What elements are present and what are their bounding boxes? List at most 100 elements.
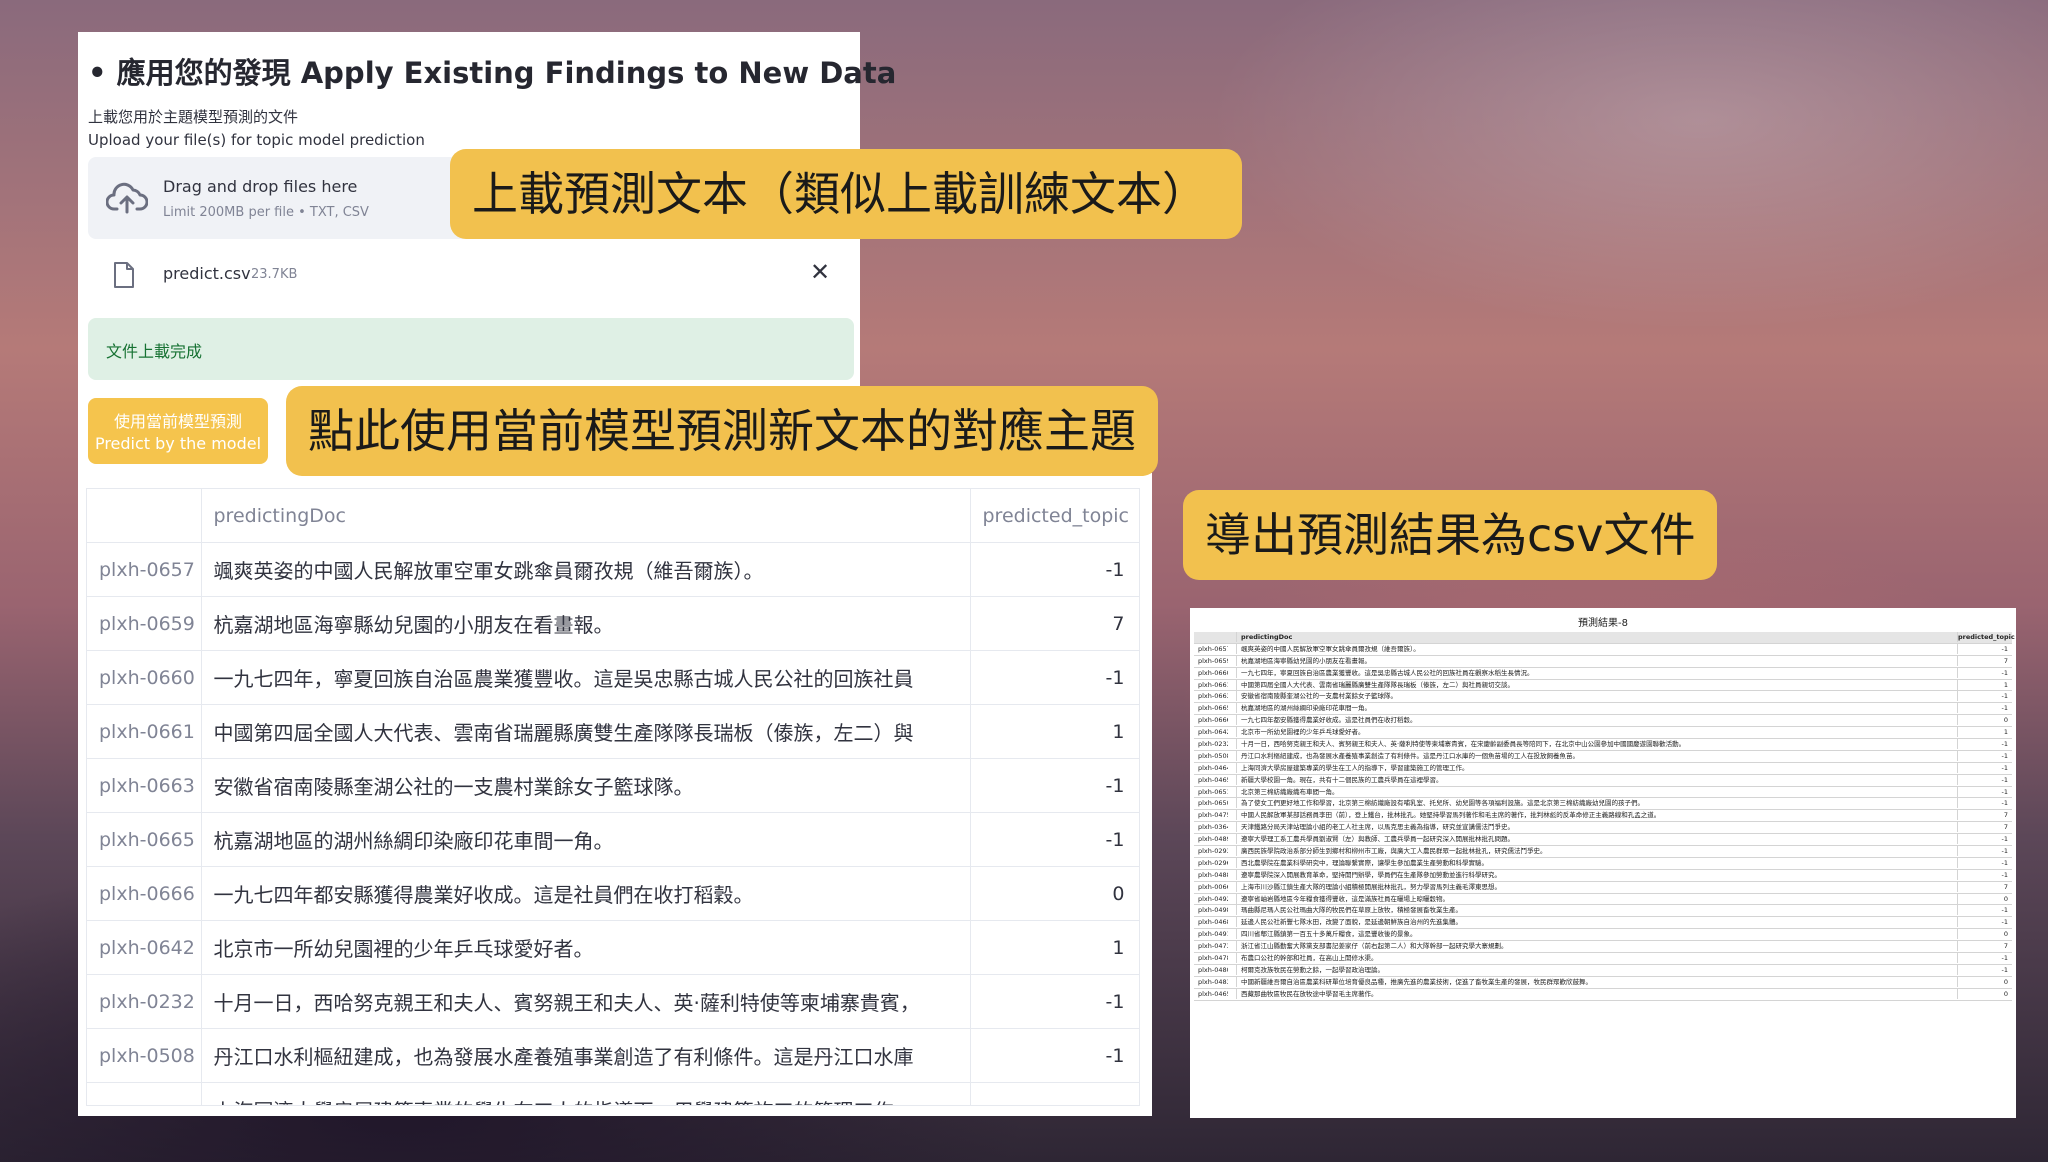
row-doc[interactable]: 一九七四年都安縣獲得農業好收成。這是社員們在收打稻穀。: [201, 866, 971, 921]
preview-row-index: plxh-0666: [1198, 716, 1228, 725]
csv-preview: 預測結果-8 predictingDoc predicted_topic plx…: [1190, 608, 2016, 1118]
table-row[interactable]: plxh-0666 一九七四年都安縣獲得農業好收成。這是社員們在收打稻穀。 0: [87, 866, 1139, 921]
preview-row: plxh-0483 中國新疆維吾爾自治區農業科研單位培育優良品種，推廣先進的農業技…: [1194, 976, 2012, 989]
table-header-doc[interactable]: predictingDoc: [201, 489, 971, 543]
row-topic[interactable]: -1: [970, 542, 1139, 597]
row-doc[interactable]: 上海同濟大學房屋建築專業的學生在工人的指導下，用學建築施工的管理工作。: [201, 1082, 971, 1105]
row-topic[interactable]: 1: [970, 704, 1139, 759]
preview-row-index: plxh-0665: [1198, 704, 1228, 713]
preview-row-index: plxh-0478: [1198, 954, 1228, 963]
table-row[interactable]: plxh-0657 颯爽英姿的中國人民解放軍空軍女跳傘員爾孜規（維吾爾族）。 -1: [87, 542, 1139, 597]
preview-row-doc: 浙江省江山縣勤奮大隊黨支部書記姜家仔（前右起第二人）和大隊幹部一起研究學大寨規劃…: [1236, 941, 1931, 952]
preview-row: plxh-0465 西藏那曲牧區牧民在放牧途中學習毛主席著作。 0: [1194, 988, 2012, 1001]
table-row[interactable]: plxh-0232 十月一日，西哈努克親王和夫人、賓努親王和夫人、英·薩利特使等柬…: [87, 974, 1139, 1029]
row-doc[interactable]: 安徽省宿南陵縣奎湖公社的一支農村業餘女子籃球隊。: [201, 758, 971, 813]
preview-row-index: plxh-0465: [1198, 989, 1228, 998]
preview-row-topic: -1: [1957, 917, 2008, 928]
preview-row-index: plxh-0473: [1198, 942, 1228, 951]
row-topic[interactable]: 0: [970, 866, 1139, 921]
predict-button[interactable]: 使用當前模型預測 Predict by the model: [88, 398, 268, 464]
preview-row-index: plxh-0475: [1198, 811, 1228, 820]
preview-row-doc: 丹江口水利樞紐建成，也為發展水產養殖事業創造了有利條件。這是丹江口水庫的一個魚苗…: [1236, 750, 1931, 761]
preview-row-doc: 杭嘉湖地區的湖州絲綢印染廠印花車間一角。: [1236, 703, 1931, 714]
preview-row: plxh-0488 遼寧農學院深入開展教育革命，堅持開門辦學，學員們在生產隊參加勞…: [1194, 869, 2012, 882]
callout-export: 導出預測結果為csv文件: [1183, 490, 1718, 580]
row-doc[interactable]: 丹江口水利樞紐建成，也為發展水產養殖事業創造了有利條件。這是丹江口水庫: [201, 1028, 971, 1083]
preview-row: plxh-0498 瑪曲縣尼瑪人民公社瑪曲大隊的牧民們在草原上放牧，積極發展畜牧業…: [1194, 905, 2012, 918]
preview-row-index: plxh-0642: [1198, 728, 1228, 737]
preview-row-index: plxh-0364: [1198, 823, 1228, 832]
table-row[interactable]: plxh-0660 一九七四年，寧夏回族自治區農業獲豐收。這是吳忠縣古城人民公社的…: [87, 650, 1139, 705]
dropzone-title: Drag and drop files here: [163, 177, 358, 196]
preview-row-topic: -1: [1957, 834, 2008, 845]
callout-predict: 點此使用當前模型預測新文本的對應主題: [286, 386, 1158, 476]
table-row[interactable]: plxh-0663 安徽省宿南陵縣奎湖公社的一支農村業餘女子籃球隊。 -1: [87, 758, 1139, 813]
row-topic[interactable]: 7: [970, 596, 1139, 651]
preview-row: plxh-0480 柯爾克孜族牧民在勞動之餘，一起學習政治理論。 -1: [1194, 964, 2012, 977]
row-doc[interactable]: 杭嘉湖地區海寧縣幼兒園的小朋友在看畫報。: [201, 596, 971, 651]
preview-title: 預測結果-8: [1578, 618, 1628, 629]
preview-row-doc: 瑪曲縣尼瑪人民公社瑪曲大隊的牧民們在草原上放牧，積極發展畜牧業生產。: [1236, 905, 1931, 916]
row-topic[interactable]: -1: [970, 974, 1139, 1029]
table-row[interactable]: plxh-0659 杭嘉湖地區海寧縣幼兒園的小朋友在看畫報。 7: [87, 596, 1139, 651]
row-doc[interactable]: 颯爽英姿的中國人民解放軍空軍女跳傘員爾孜規（維吾爾族）。: [201, 542, 971, 597]
row-index: plxh-0663: [87, 758, 202, 813]
table-header-topic[interactable]: predicted_topic: [970, 489, 1139, 543]
row-doc[interactable]: 北京市一所幼兒園裡的少年乒乓球愛好者。: [201, 920, 971, 975]
preview-row: plxh-0468 延邊人民公社新豐七隊水田，改變了面貌，是延邊朝鮮族自治州的先進…: [1194, 917, 2012, 930]
preview-row-doc: 柯爾克孜族牧民在勞動之餘，一起學習政治理論。: [1236, 964, 1931, 975]
preview-row-topic: -1: [1957, 691, 2008, 702]
row-doc[interactable]: 一九七四年，寧夏回族自治區農業獲豐收。這是吳忠縣古城人民公社的回族社員: [201, 650, 971, 705]
table-row[interactable]: plxh-0661 中國第四屆全國人大代表、雲南省瑞麗縣廣雙生產隊隊長瑞板（傣族，…: [87, 704, 1139, 759]
preview-row-doc: 一九七四年，寧夏回族自治區農業獲豐收。這是吳忠縣古城人民公社的回族社員在觀察水稻…: [1236, 667, 1931, 678]
preview-row: plxh-0492 遼寧省岫岩縣地區今年糧食獲得豐收，這是滿族社員在曬場上晾曬穀物…: [1194, 893, 2012, 906]
preview-row-index: plxh-0650: [1198, 799, 1228, 808]
preview-row-topic: -1: [1957, 786, 2008, 797]
preview-row-topic: 0: [1957, 929, 2008, 940]
preview-row: plxh-0663 安徽省宿南陵縣奎湖公社的一支農村業餘女子籃球隊。 -1: [1194, 691, 2012, 704]
table-row[interactable]: plxh-0665 杭嘉湖地區的湖州絲綢印染廠印花車間一角。 -1: [87, 812, 1139, 867]
row-topic[interactable]: 1: [970, 920, 1139, 975]
preview-row-index: plxh-0492: [1198, 894, 1228, 903]
row-doc[interactable]: 中國第四屆全國人大代表、雲南省瑞麗縣廣雙生產隊隊長瑞板（傣族，左二）與: [201, 704, 971, 759]
preview-row-index: plxh-0468: [1198, 918, 1228, 927]
predict-button-label-en: Predict by the model: [94, 434, 262, 453]
preview-row-index: plxh-0663: [1198, 692, 1228, 701]
upload-label-en: Upload your file(s) for topic model pred…: [88, 131, 425, 149]
preview-row-index: plxh-0498: [1198, 906, 1228, 915]
prediction-table[interactable]: predictingDoc predicted_topic plxh-0657 颯…: [86, 488, 1140, 1106]
close-icon[interactable]: ✕: [810, 258, 830, 286]
table-row[interactable]: plxh-0508 丹江口水利樞紐建成，也為發展水產養殖事業創造了有利條件。這是丹…: [87, 1028, 1139, 1083]
table-row[interactable]: 上海同濟大學房屋建築專業的學生在工人的指導下，用學建築施工的管理工作。: [87, 1082, 1139, 1105]
row-doc[interactable]: 十月一日，西哈努克親王和夫人、賓努親王和夫人、英·薩利特使等柬埔寨貴賓，: [201, 974, 971, 1029]
preview-row: plxh-0293 廣西民族學院政治系部分師生到鄉村和柳州市工廠，與廣大工人農民群…: [1194, 846, 2012, 858]
row-topic[interactable]: -1: [970, 812, 1139, 867]
preview-row-topic: -1: [1957, 750, 2008, 761]
row-topic[interactable]: -1: [970, 758, 1139, 813]
row-index: plxh-0657: [87, 542, 202, 597]
table-row[interactable]: plxh-0642 北京市一所幼兒園裡的少年乒乓球愛好者。 1: [87, 920, 1139, 975]
preview-row-doc: 中國人民解放軍某部話務員李田（前），登上鐵台，批林批孔。她堅持學習馬列著作和毛主…: [1236, 810, 1931, 821]
row-doc[interactable]: 杭嘉湖地區的湖州絲綢印染廠印花車間一角。: [201, 812, 971, 867]
preview-row-topic: 7: [1957, 822, 2008, 833]
preview-row-topic: -1: [1957, 643, 2008, 654]
preview-row: plxh-0642 北京市一所幼兒園裡的少年乒乓球愛好者。 1: [1194, 727, 2012, 740]
preview-row-doc: 新疆大學校園一角。現在，共有十二個民族的工農兵學員在這裡學習。: [1236, 774, 1931, 785]
preview-row-topic: -1: [1957, 953, 2008, 964]
preview-row-index: plxh-0489: [1198, 835, 1228, 844]
preview-row-topic: -1: [1957, 857, 2008, 868]
preview-row: plxh-0473 浙江省江山縣勤奮大隊黨支部書記姜家仔（前右起第二人）和大隊幹部…: [1194, 941, 2012, 954]
row-topic[interactable]: -1: [970, 650, 1139, 705]
preview-row: plxh-0651 北京第三棉紡織廠織布車間一角。 -1: [1194, 786, 2012, 799]
row-topic[interactable]: [970, 1082, 1139, 1105]
preview-row: plxh-0364 天津鐵路分局天津站理論小組的老工人社主席，以馬克思主義為指導，…: [1194, 822, 2012, 835]
row-topic[interactable]: -1: [970, 1028, 1139, 1083]
row-index: plxh-0661: [87, 704, 202, 759]
preview-row: plxh-0666 一九七四年都安縣獲得農業好收成。這是社員們在收打稻穀。 0: [1194, 715, 2012, 728]
table-header-row: predictingDoc predicted_topic: [87, 489, 1139, 543]
preview-row-topic: -1: [1957, 703, 2008, 714]
preview-row-doc: 十月一日，西哈努克親王和夫人、賓努親王和夫人、英·薩利特使等柬埔寨貴賓，在宋慶齡…: [1236, 739, 1931, 750]
preview-row-index: plxh-0480: [1198, 965, 1228, 974]
file-size: 23.7KB: [251, 267, 298, 282]
preview-row: plxh-0657 颯爽英姿的中國人民解放軍空軍女跳傘員爾孜規（維吾爾族）。 -1: [1194, 643, 2012, 656]
